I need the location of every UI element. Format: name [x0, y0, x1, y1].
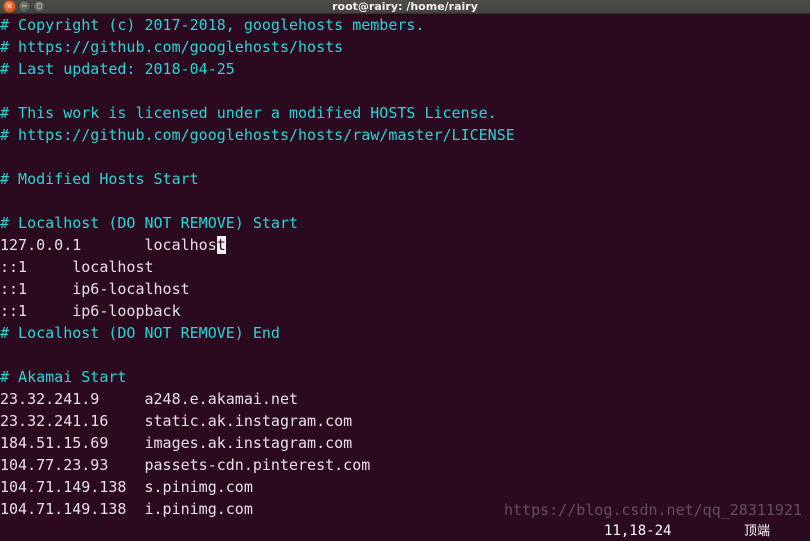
window-titlebar: × − □ root@rairy: /home/rairy [0, 0, 810, 14]
text-cursor: t [216, 236, 226, 254]
editor-line: 184.51.15.69 images.ak.instagram.com [0, 432, 810, 454]
editor-status-line: 11,18-24 顶端 [0, 522, 810, 541]
editor-line: # Akamai Start [0, 366, 810, 388]
editor-line: 104.71.149.138 s.pinimg.com [0, 476, 810, 498]
editor-line-text: 104.71.149.138 s.pinimg.com [0, 478, 253, 496]
editor-line-text [0, 82, 9, 100]
editor-line: 104.71.149.138 i.pinimg.com [0, 498, 810, 520]
editor-line: # Copyright (c) 2017-2018, googlehosts m… [0, 14, 810, 36]
cursor-position-indicator: 11,18-24 [604, 523, 672, 539]
close-icon: × [6, 1, 13, 10]
editor-line-text: # Modified Hosts Start [0, 170, 199, 188]
editor-line: ::1 ip6-localhost [0, 278, 810, 300]
editor-line-text: ::1 localhost [0, 258, 154, 276]
editor-line-text [0, 192, 9, 210]
editor-line: ::1 localhost [0, 256, 810, 278]
editor-line-text [0, 148, 9, 166]
editor-line-text: ::1 ip6-loopback [0, 302, 181, 320]
minimize-icon: − [21, 1, 28, 10]
scroll-position-indicator: 顶端 [744, 524, 771, 539]
editor-line-text [0, 346, 9, 364]
editor-line [0, 80, 810, 102]
editor-line: # Modified Hosts Start [0, 168, 810, 190]
editor-line-text: ::1 ip6-localhost [0, 280, 190, 298]
terminal-body[interactable]: # Copyright (c) 2017-2018, googlehosts m… [0, 14, 810, 541]
editor-line-text: # Copyright (c) 2017-2018, googlehosts m… [0, 16, 425, 34]
editor-line: # https://github.com/googlehosts/hosts/r… [0, 124, 810, 146]
minimize-button[interactable]: − [18, 0, 31, 13]
editor-line-text: # Localhost (DO NOT REMOVE) End [0, 324, 280, 342]
editor-line [0, 146, 810, 168]
editor-text-area[interactable]: # Copyright (c) 2017-2018, googlehosts m… [0, 14, 810, 520]
editor-line: # Localhost (DO NOT REMOVE) End [0, 322, 810, 344]
editor-line-text: # This work is licensed under a modified… [0, 104, 497, 122]
editor-line-text: # Localhost (DO NOT REMOVE) Start [0, 214, 299, 232]
editor-line-text: 23.32.241.16 static.ak.instagram.com [0, 412, 353, 430]
editor-line-text: # Akamai Start [0, 368, 127, 386]
editor-line-text: # Last updated: 2018-04-25 [0, 60, 235, 78]
window-title: root@rairy: /home/rairy [332, 0, 478, 13]
editor-line: # This work is licensed under a modified… [0, 102, 810, 124]
maximize-icon: □ [36, 2, 43, 9]
editor-line-text: 104.77.23.93 passets-cdn.pinterest.com [0, 456, 371, 474]
editor-line-text: 184.51.15.69 images.ak.instagram.com [0, 434, 353, 452]
terminal-window: × − □ root@rairy: /home/rairy # Copyrigh… [0, 0, 810, 541]
editor-line: 127.0.0.1 localhost [0, 234, 810, 256]
editor-line [0, 344, 810, 366]
maximize-button[interactable]: □ [33, 0, 46, 13]
editor-line: 23.32.241.9 a248.e.akamai.net [0, 388, 810, 410]
editor-line: ::1 ip6-loopback [0, 300, 810, 322]
editor-line-text: # https://github.com/googlehosts/hosts [0, 38, 344, 56]
editor-line-text: 104.71.149.138 i.pinimg.com [0, 500, 253, 518]
editor-line-text: 23.32.241.9 a248.e.akamai.net [0, 390, 299, 408]
close-button[interactable]: × [3, 0, 16, 13]
editor-line [0, 190, 810, 212]
editor-line: 104.77.23.93 passets-cdn.pinterest.com [0, 454, 810, 476]
editor-line-text: # https://github.com/googlehosts/hosts/r… [0, 126, 515, 144]
editor-line: # https://github.com/googlehosts/hosts [0, 36, 810, 58]
editor-line-text: 127.0.0.1 localhos [0, 236, 217, 254]
editor-line: 23.32.241.16 static.ak.instagram.com [0, 410, 810, 432]
editor-line: # Last updated: 2018-04-25 [0, 58, 810, 80]
editor-line: # Localhost (DO NOT REMOVE) Start [0, 212, 810, 234]
